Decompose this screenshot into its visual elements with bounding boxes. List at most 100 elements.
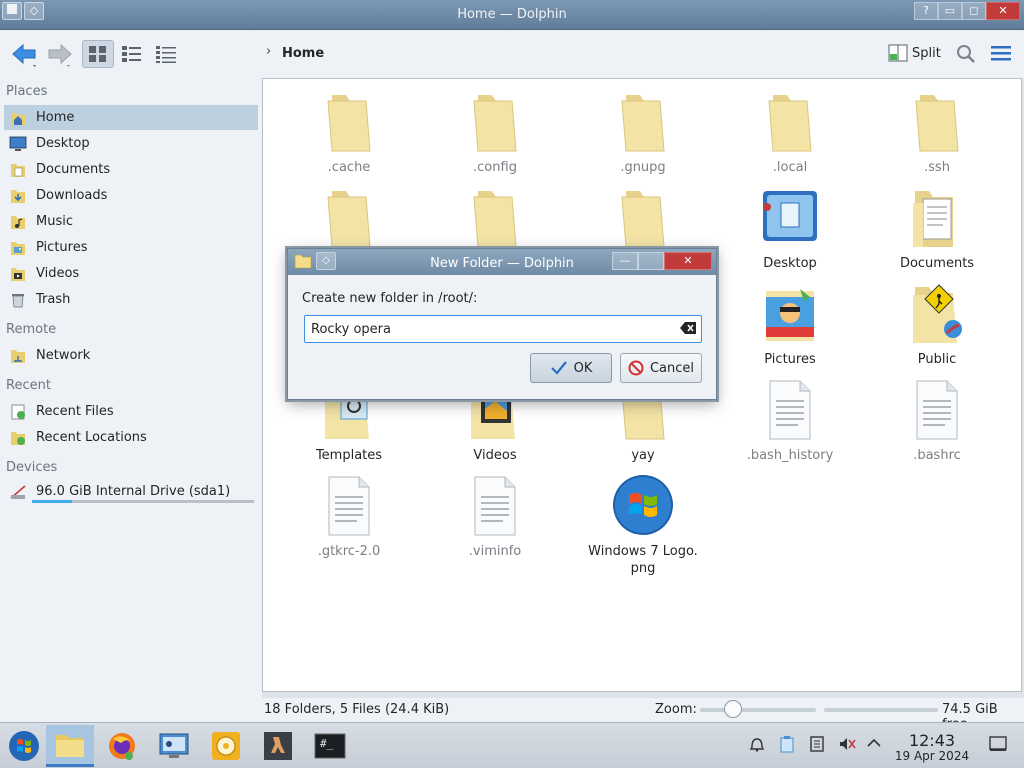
zoom-slider-handle[interactable] [724, 700, 742, 718]
cancel-button[interactable]: Cancel [620, 353, 702, 383]
taskbar-system-settings[interactable] [150, 725, 198, 767]
shade-button[interactable]: ▭ [938, 2, 962, 20]
sidebar-item-documents[interactable]: Documents [4, 157, 258, 182]
file-name: Videos [473, 448, 517, 463]
close-button[interactable]: ✕ [986, 2, 1020, 20]
text-file-icon [905, 377, 969, 441]
help-button[interactable]: ? [914, 2, 938, 20]
forward-button[interactable] [44, 40, 76, 68]
trash-icon [8, 290, 28, 310]
alarm-bell-icon [749, 738, 765, 752]
sidebar-item-videos[interactable]: Videos [4, 261, 258, 286]
compact-view-icon [122, 46, 141, 62]
documents-folder-icon [905, 185, 969, 249]
file-item-ssh[interactable]: .ssh [877, 89, 997, 176]
dialog-maximize-button[interactable] [638, 252, 664, 270]
status-summary: 18 Folders, 5 Files (24.4 KiB) [264, 702, 450, 717]
ok-button[interactable]: OK [530, 353, 612, 383]
folder-icon [905, 89, 969, 153]
compact-view-button[interactable] [116, 40, 148, 68]
split-view-icon [888, 44, 908, 62]
taskbar-dolphin[interactable] [46, 725, 94, 767]
sidebar-item-downloads[interactable]: Downloads [4, 183, 258, 208]
file-item-folder-hidden-c[interactable] [583, 185, 703, 249]
file-item-pictures[interactable]: Pictures [730, 281, 850, 368]
file-item-public[interactable]: Public [877, 281, 997, 368]
zoom-label: Zoom: [655, 702, 697, 717]
sidebar-item-music[interactable]: Music [4, 209, 258, 234]
sidebar-item-label: Pictures [36, 240, 88, 255]
dialog-minimize-button[interactable]: — [612, 252, 638, 270]
clock-date[interactable]: 19 Apr 2024 [890, 749, 974, 763]
folder-name-input[interactable] [304, 315, 702, 343]
taskbar-media-player[interactable] [202, 725, 250, 767]
clock-time[interactable]: 12:43 [896, 731, 968, 750]
taskbar-firefox[interactable] [98, 725, 146, 767]
file-manager-icon [56, 734, 84, 757]
file-item-config[interactable]: .config [435, 89, 555, 176]
file-item-gnupg[interactable]: .gnupg [583, 89, 703, 176]
window-titlebar[interactable]: ◇ Home — Dolphin ? ▭ ◻ ✕ [0, 0, 1024, 30]
file-item-windows7-logo[interactable]: Windows 7 Logo. png [583, 473, 703, 577]
file-item-viminfo[interactable]: .viminfo [435, 473, 555, 560]
cancel-label: Cancel [649, 360, 695, 376]
file-item-local[interactable]: .local [730, 89, 850, 176]
icons-view-button[interactable] [82, 40, 114, 68]
system-settings-icon [159, 733, 189, 758]
split-button[interactable]: Split [888, 44, 941, 62]
sidebar-item-desktop[interactable]: Desktop [4, 131, 258, 156]
hard-drive-icon [8, 482, 28, 502]
show-desktop-button[interactable] [988, 735, 1008, 757]
sidebar-item-label: Home [36, 110, 75, 125]
maximize-button[interactable]: ◻ [962, 2, 986, 20]
downloads-icon [8, 186, 28, 206]
file-item-gtkrc[interactable]: .gtkrc-2.0 [289, 473, 409, 560]
file-item-folder-hidden-a[interactable] [289, 185, 409, 249]
sidebar-item-network[interactable]: Network [4, 343, 258, 368]
sidebar-item-recent-files[interactable]: Recent Files [4, 399, 258, 424]
text-file-icon [758, 377, 822, 441]
folder-icon [463, 89, 527, 153]
terminal-prompt-text: #_ [320, 737, 334, 750]
file-item-bash-history[interactable]: .bash_history [730, 377, 850, 464]
sidebar-item-recent-locations[interactable]: Recent Locations [4, 425, 258, 450]
breadcrumb-home[interactable]: Home [282, 46, 324, 61]
start-menu-button[interactable] [0, 725, 48, 767]
details-view-button[interactable] [150, 40, 182, 68]
desktop-icon [8, 134, 28, 154]
hamburger-menu-button[interactable] [990, 44, 1012, 66]
breadcrumb-separator-icon: › [266, 44, 272, 59]
file-item-desktop[interactable]: Desktop [730, 185, 850, 272]
back-button[interactable] [8, 40, 40, 68]
file-name: Desktop [763, 256, 817, 271]
clipboard-tray-button[interactable] [778, 735, 796, 757]
file-item-documents[interactable]: Documents [877, 185, 997, 272]
dialog-window-controls: — ✕ [612, 252, 712, 270]
file-item-folder-hidden-b[interactable] [435, 185, 555, 249]
documents-icon [8, 160, 28, 180]
sidebar-item-trash[interactable]: Trash [4, 287, 258, 312]
sidebar-item-pictures[interactable]: Pictures [4, 235, 258, 260]
clear-input-button[interactable] [680, 322, 696, 338]
dialog-close-button[interactable]: ✕ [664, 252, 712, 270]
tray-expand-button[interactable] [866, 735, 882, 755]
dialog-body: Create new folder in /root/: OK Cancel [288, 275, 716, 399]
sidebar-item-label: Recent Locations [36, 430, 147, 445]
dialog-titlebar[interactable]: ◇ New Folder — Dolphin — ✕ [288, 249, 716, 275]
taskbar-game[interactable] [254, 725, 302, 767]
file-name: yay [631, 448, 655, 463]
search-button[interactable] [955, 43, 977, 69]
pictures-folder-icon [758, 281, 822, 345]
file-item-bashrc[interactable]: .bashrc [877, 377, 997, 464]
zoom-slider-track[interactable] [700, 708, 816, 712]
sidebar-item-home[interactable]: Home [4, 105, 258, 130]
file-name: .bash_history [746, 448, 834, 463]
recent-heading: Recent [6, 378, 51, 393]
notifications-tray-button[interactable] [748, 735, 766, 757]
back-arrow-icon [12, 43, 36, 67]
file-item-cache[interactable]: .cache [289, 89, 409, 176]
volume-tray-button[interactable] [838, 735, 856, 757]
devices-tray-button[interactable] [808, 735, 826, 757]
hamburger-menu-icon [991, 46, 1011, 61]
taskbar-terminal[interactable]: #_ [306, 725, 354, 767]
